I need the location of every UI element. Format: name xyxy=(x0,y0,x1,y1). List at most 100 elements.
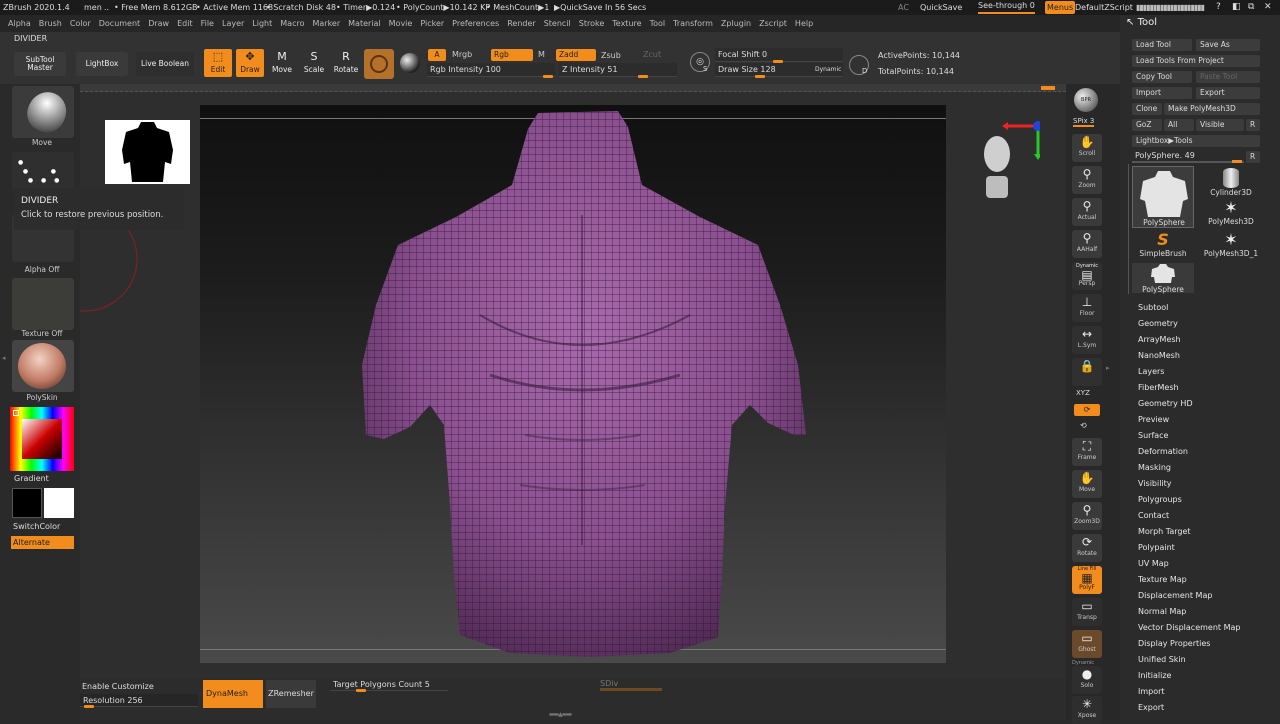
collapse-left-icon[interactable]: ◂ xyxy=(2,354,6,362)
z-intensity-slider[interactable]: Z Intensity 51 xyxy=(559,63,677,78)
current-tool-slider[interactable]: PolySphere. 49 xyxy=(1132,151,1244,163)
solo-button[interactable]: ● Solo xyxy=(1072,666,1102,694)
enable-customize-button[interactable]: Enable Customize xyxy=(82,682,154,691)
menu-stencil[interactable]: Stencil xyxy=(544,19,571,28)
zremesher-button[interactable]: ZRemesher xyxy=(266,680,316,708)
menu-preferences[interactable]: Preferences xyxy=(452,19,499,28)
tool-menu-export[interactable]: Export xyxy=(1138,703,1164,712)
menu-zplugin[interactable]: Zplugin xyxy=(721,19,751,28)
menu-macro[interactable]: Macro xyxy=(280,19,304,28)
draw-size-slider[interactable]: Draw Size 128 Dynamic xyxy=(715,63,843,78)
paste-tool-button[interactable]: Paste Tool xyxy=(1196,71,1260,83)
zoom-button[interactable]: ⚲ Zoom xyxy=(1072,166,1102,194)
menu-color[interactable]: Color xyxy=(70,19,91,28)
secondary-color-swatch[interactable] xyxy=(44,488,74,518)
menu-marker[interactable]: Marker xyxy=(312,19,340,28)
brush-slot[interactable] xyxy=(12,85,74,139)
gradient-label[interactable]: Gradient xyxy=(14,474,49,483)
draw-button[interactable]: ✥ Draw xyxy=(236,49,264,77)
floor-button[interactable]: ⊥ Floor xyxy=(1072,294,1102,322)
scroll-button[interactable]: ✋ Scroll xyxy=(1072,134,1102,162)
stroke-slot[interactable]: ● ● ● ● ● ● xyxy=(12,152,74,192)
rgb-toggle[interactable]: Rgb xyxy=(491,49,533,61)
load-tools-from-project-button[interactable]: Load Tools From Project xyxy=(1132,55,1260,67)
tool-thumb-polysphere[interactable]: PolySphere xyxy=(1132,166,1194,228)
main-color-swatch[interactable] xyxy=(12,488,42,518)
menu-alpha[interactable]: Alpha xyxy=(8,19,31,28)
drag-handle-icon[interactable]: ▮▮▮▮▮▮▮▮▮▮▮▮▮▮▮▮▮▮▮▮ xyxy=(1136,0,1205,15)
bottom-tray-handle[interactable]: ▬▬▲▬▬ xyxy=(530,712,590,718)
menu-render[interactable]: Render xyxy=(507,19,535,28)
tool-palette-header[interactable]: ↖ Tool xyxy=(1126,17,1157,28)
tool-menu-surface[interactable]: Surface xyxy=(1138,431,1168,440)
brush-selector[interactable] xyxy=(364,49,394,79)
mrgb-toggle[interactable]: Mrgb xyxy=(452,50,472,59)
tool-menu-masking[interactable]: Masking xyxy=(1138,463,1171,472)
tool-menu-vector-displacement-map[interactable]: Vector Displacement Map xyxy=(1138,623,1240,632)
zcut-toggle[interactable]: Zcut xyxy=(643,50,661,59)
color-swatch-field[interactable] xyxy=(22,419,62,459)
tool-menu-texture-map[interactable]: Texture Map xyxy=(1138,575,1187,584)
texture-slot[interactable] xyxy=(12,278,74,330)
goz-all-button[interactable]: All xyxy=(1164,119,1194,131)
document-canvas[interactable] xyxy=(200,105,946,663)
tool-menu-initialize[interactable]: Initialize xyxy=(1138,671,1171,680)
see-through-slider[interactable]: See-through 0 xyxy=(978,0,1035,14)
goz-visible-button[interactable]: Visible xyxy=(1196,119,1244,131)
tool-menu-displacement-map[interactable]: Displacement Map xyxy=(1138,591,1212,600)
tool-menu-geometry-hd[interactable]: Geometry HD xyxy=(1138,399,1193,408)
menu-tool[interactable]: Tool xyxy=(650,19,666,28)
tool-menu-uv-map[interactable]: UV Map xyxy=(1138,559,1169,568)
rgb-intensity-slider[interactable]: Rgb Intensity 100 xyxy=(427,63,555,78)
tool-menu-import[interactable]: Import xyxy=(1138,687,1165,696)
zsub-toggle[interactable]: Zsub xyxy=(601,51,621,60)
spix-slider[interactable]: SPix 3 xyxy=(1073,117,1095,127)
save-as-button[interactable]: Save As xyxy=(1196,39,1260,51)
menu-file[interactable]: File xyxy=(201,19,214,28)
lock-button[interactable]: 🔒 xyxy=(1072,358,1102,386)
make-polymesh-button[interactable]: Make PolyMesh3D xyxy=(1164,103,1260,115)
tool-menu-polygroups[interactable]: Polygroups xyxy=(1138,495,1182,504)
ghost-button[interactable]: ▭ Ghost xyxy=(1072,630,1102,658)
frame-button[interactable]: ⛶ Frame xyxy=(1072,438,1102,466)
a-toggle[interactable]: A xyxy=(428,49,446,61)
tool-thumb-simplebrush[interactable]: S SimpleBrush xyxy=(1132,231,1194,261)
tool-menu-visibility[interactable]: Visibility xyxy=(1138,479,1172,488)
color-picker[interactable] xyxy=(10,407,74,471)
orientation-gizmo[interactable] xyxy=(980,118,1043,208)
dynamic-toggle[interactable]: Dynamic xyxy=(815,63,841,77)
lsym-button[interactable]: ↔ L.Sym xyxy=(1072,326,1102,354)
polyf-button[interactable]: Line Fill ▦ PolyF xyxy=(1072,566,1102,594)
menu-light[interactable]: Light xyxy=(252,19,272,28)
lightbox-button[interactable]: LightBox xyxy=(76,52,128,76)
load-tool-button[interactable]: Load Tool xyxy=(1132,39,1192,51)
dynamesh-button[interactable]: DynaMesh xyxy=(203,680,263,708)
tool-menu-arraymesh[interactable]: ArrayMesh xyxy=(1138,335,1181,344)
move-view-button[interactable]: ✋ Move xyxy=(1072,470,1102,498)
live-boolean-button[interactable]: Live Boolean xyxy=(136,52,194,76)
switchcolor-button[interactable]: SwitchColor xyxy=(13,522,60,531)
tool-thumb-polymesh3d-1[interactable]: ✶ PolyMesh3D_1 xyxy=(1200,231,1262,261)
menu-texture[interactable]: Texture xyxy=(612,19,641,28)
persp-button[interactable]: Dynamic ▤ Persp xyxy=(1072,262,1102,290)
rotate-view-button[interactable]: ⟳ Rotate xyxy=(1072,534,1102,562)
menus-toggle[interactable]: Menus xyxy=(1045,1,1076,14)
tool-menu-preview[interactable]: Preview xyxy=(1138,415,1169,424)
resolution-slider[interactable]: Resolution 256 xyxy=(80,694,198,708)
tool-thumb-polymesh3d[interactable]: ✶ PolyMesh3D xyxy=(1200,199,1262,229)
tool-thumb-polysphere-2[interactable]: PolySphere xyxy=(1132,263,1194,294)
alternate-button[interactable]: Alternate xyxy=(11,536,74,549)
help-icon[interactable]: ? xyxy=(1216,0,1221,15)
tool-menu-display-properties[interactable]: Display Properties xyxy=(1138,639,1210,648)
menu-edit[interactable]: Edit xyxy=(177,19,193,28)
menu-transform[interactable]: Transform xyxy=(673,19,713,28)
zoom3d-button[interactable]: ⚲ Zoom3D xyxy=(1072,502,1102,530)
menu-material[interactable]: Material xyxy=(348,19,381,28)
current-tool-r-button[interactable]: R xyxy=(1246,151,1260,163)
rotate-button[interactable]: R Rotate xyxy=(332,49,360,77)
ruler-marker[interactable] xyxy=(1041,86,1055,90)
material-slot[interactable] xyxy=(12,340,74,392)
transp-button[interactable]: ▭ Transp xyxy=(1072,598,1102,626)
menu-document[interactable]: Document xyxy=(99,19,140,28)
menu-movie[interactable]: Movie xyxy=(389,19,413,28)
